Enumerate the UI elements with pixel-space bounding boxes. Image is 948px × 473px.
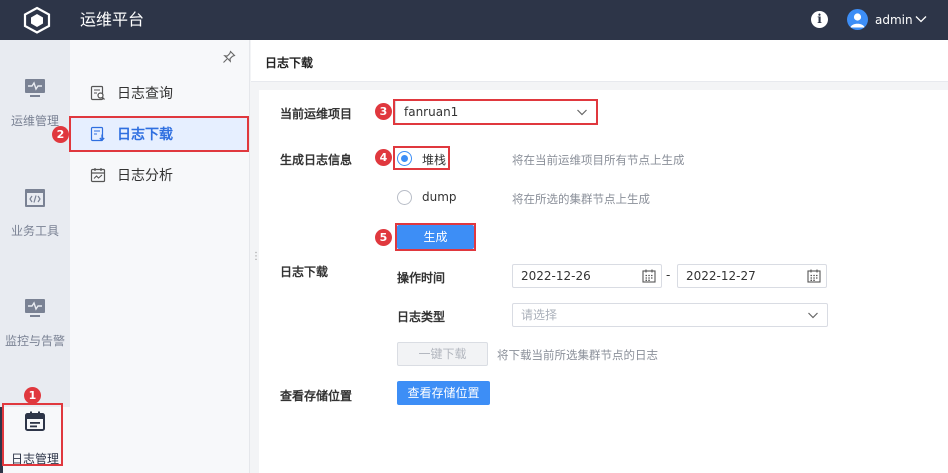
secondary-menu: 日志查询 日志下载 日志分析 (70, 40, 250, 473)
pin-icon[interactable] (222, 50, 236, 64)
page-title: 日志下载 (265, 56, 314, 70)
date-to-input[interactable]: 2022-12-27 (677, 264, 827, 288)
submenu-item-log-download[interactable]: 日志下载 (70, 117, 248, 151)
view-storage-button[interactable]: 查看存储位置 (397, 381, 490, 405)
rail-item-ops-management[interactable]: 运维管理 (0, 78, 70, 129)
rail-active-marker (0, 407, 3, 473)
generate-label: 生成日志信息 (280, 153, 353, 167)
operation-time-label: 操作时间 (397, 271, 446, 285)
radio-dump-label[interactable]: dump (422, 190, 457, 204)
log-search-icon (90, 85, 105, 101)
chevron-down-icon (808, 312, 818, 319)
annotation-badge-1: 1 (24, 387, 41, 404)
calendar-icon[interactable] (807, 269, 821, 283)
annotation-badge-3: 3 (375, 103, 392, 120)
annotation-badge-5: 5 (375, 229, 392, 246)
date-to-value: 2022-12-27 (686, 269, 756, 283)
date-separator: - (666, 268, 671, 282)
resize-handle-icon[interactable]: ⋮ (251, 250, 261, 264)
log-analysis-icon (90, 168, 106, 183)
app-title: 运维平台 (80, 10, 145, 29)
info-icon[interactable]: i (811, 11, 828, 28)
top-bar: 运维平台 i admin (0, 0, 948, 40)
generate-button[interactable]: 生成 (397, 225, 474, 249)
log-type-placeholder: 请选择 (521, 308, 558, 322)
date-from-input[interactable]: 2022-12-26 (512, 264, 662, 288)
log-download-icon (90, 126, 105, 142)
user-name[interactable]: admin (875, 12, 913, 28)
calendar-icon[interactable] (642, 269, 656, 283)
radio-dump-hint: 将在所选的集群节点上生成 (512, 192, 650, 206)
monitor-pulse-icon (25, 79, 45, 97)
rail-item-label: 监控与告警 (4, 334, 65, 348)
radio-stack-hint: 将在当前运维项目所有节点上生成 (512, 153, 685, 167)
annotation-badge-2: 2 (52, 126, 69, 143)
rail-item-label: 日志管理 (10, 452, 59, 466)
calendar-list-icon (25, 411, 45, 431)
download-label: 日志下载 (280, 265, 329, 279)
rail-item-biz-tools[interactable]: 业务工具 (0, 188, 70, 239)
radio-stack-label[interactable]: 堆栈 (422, 151, 446, 168)
project-select[interactable]: fanruan1 (395, 100, 597, 124)
left-rail: 运维管理 业务工具 监控与告警 日志管理 (0, 40, 70, 473)
cube-logo-icon[interactable] (22, 6, 52, 34)
monitor-alert-icon (25, 299, 45, 317)
rail-item-log-management[interactable]: 日志管理 (0, 407, 70, 473)
chevron-down-icon (577, 109, 587, 116)
submenu-item-label: 日志下载 (117, 127, 173, 143)
rail-item-monitoring[interactable]: 监控与告警 (0, 298, 70, 349)
main-header: 日志下载 (251, 40, 948, 82)
code-window-icon (25, 189, 45, 207)
submenu-item-label: 日志查询 (117, 86, 173, 102)
radio-stack[interactable] (397, 151, 412, 166)
project-select-value: fanruan1 (404, 105, 459, 119)
project-label: 当前运维项目 (280, 107, 353, 121)
rail-item-label: 业务工具 (10, 224, 59, 238)
user-avatar-icon[interactable] (847, 9, 868, 30)
storage-label: 查看存储位置 (280, 389, 353, 403)
date-from-value: 2022-12-26 (521, 269, 591, 283)
submenu-item-label: 日志分析 (117, 168, 173, 184)
radio-dump[interactable] (397, 190, 412, 205)
one-click-download-button[interactable]: 一键下载 (397, 342, 488, 366)
download-hint: 将下载当前所选集群节点的日志 (497, 348, 658, 362)
log-type-label: 日志类型 (397, 310, 446, 324)
log-type-select[interactable]: 请选择 (512, 303, 828, 327)
annotation-badge-4: 4 (375, 149, 392, 166)
chevron-down-icon[interactable] (914, 12, 928, 26)
submenu-item-log-analysis[interactable]: 日志分析 (70, 158, 248, 192)
submenu-item-log-query[interactable]: 日志查询 (70, 76, 248, 110)
